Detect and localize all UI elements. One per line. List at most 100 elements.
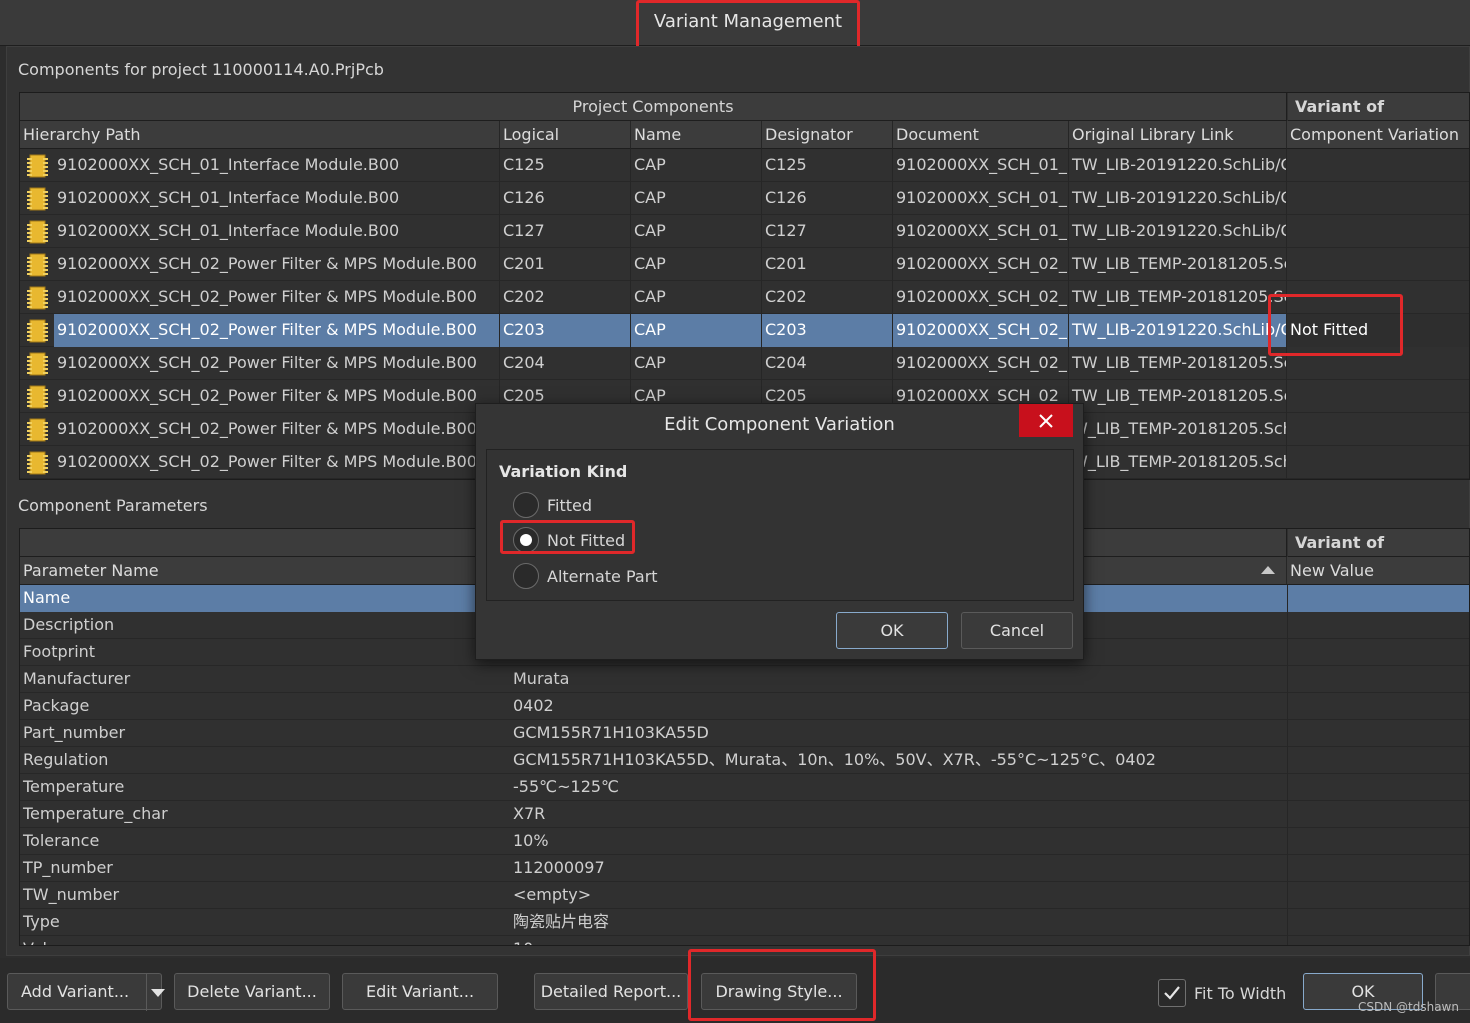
fit-to-width-checkbox[interactable]	[1158, 979, 1186, 1007]
col-logical[interactable]: Logical	[500, 121, 631, 149]
cell-name: CAP	[631, 149, 762, 182]
schematic-document-icon	[26, 187, 48, 211]
parameter-row[interactable]: Part_number GCM155R71H103KA55D	[20, 720, 1469, 747]
radio-alternate-part-label: Alternate Part	[547, 566, 658, 586]
cell-path: 9102000XX_SCH_02_Power Filter & MPS Modu…	[54, 413, 500, 446]
parameter-name: Description	[23, 615, 115, 634]
cell-logical: C127	[500, 215, 631, 248]
dialog-cancel-button[interactable]: Cancel	[961, 612, 1073, 649]
radio-not-fitted[interactable]: Not Fitted	[513, 525, 625, 555]
table-row[interactable]: 9102000XX_SCH_01_Interface Module.B00 C12…	[20, 215, 1469, 248]
cell-designator: C202	[762, 281, 893, 314]
col-original-library-link[interactable]: Original Library Link	[1069, 121, 1287, 149]
col-hierarchy-path[interactable]: Hierarchy Path	[20, 121, 500, 149]
delete-variant-button[interactable]: Delete Variant...	[174, 973, 330, 1010]
sort-arrow-icon[interactable]	[1261, 566, 1275, 574]
parameter-row[interactable]: TP_number 112000097	[20, 855, 1469, 882]
dialog-title: Edit Component Variation	[664, 414, 895, 435]
drawing-style-button[interactable]: Drawing Style...	[701, 973, 857, 1010]
parameters-section-label: Component Parameters	[18, 496, 208, 515]
parameter-row[interactable]: Package 0402	[20, 693, 1469, 720]
parameter-value: 10%	[513, 831, 549, 850]
cell-logical: C204	[500, 347, 631, 380]
add-variant-button[interactable]: Add Variant...	[7, 973, 165, 1011]
parameter-new-value[interactable]	[1287, 639, 1469, 666]
col-name[interactable]: Name	[631, 121, 762, 149]
schematic-document-icon	[26, 451, 48, 475]
parameter-value: 陶瓷贴片电容	[513, 912, 610, 931]
cell-path: 9102000XX_SCH_01_Interface Module.B00	[54, 182, 500, 215]
cell-designator: C127	[762, 215, 893, 248]
table-row[interactable]: 9102000XX_SCH_02_Power Filter & MPS Modu…	[20, 347, 1469, 380]
parameter-new-value[interactable]	[1287, 828, 1469, 855]
parameter-value: -55℃~125℃	[513, 777, 620, 796]
cell-variation	[1287, 248, 1469, 281]
col-new-value[interactable]: New Value	[1287, 557, 1469, 585]
table-row[interactable]: 9102000XX_SCH_01_Interface Module.B00 C12…	[20, 182, 1469, 215]
col-designator[interactable]: Designator	[762, 121, 893, 149]
parameter-name: Package	[23, 696, 90, 715]
parameter-row[interactable]: Type 陶瓷贴片电容	[20, 909, 1469, 936]
parameter-value: <empty>	[513, 885, 592, 904]
dialog-ok-button[interactable]: OK	[836, 612, 948, 649]
cell-document: 9102000XX_SCH_01_Int	[893, 149, 1069, 182]
parameter-new-value[interactable]	[1287, 909, 1469, 936]
radio-fitted[interactable]: Fitted	[513, 490, 592, 520]
cell-variation	[1287, 149, 1469, 182]
cell-name: CAP	[631, 215, 762, 248]
parameter-new-value[interactable]	[1287, 774, 1469, 801]
cell-path: 9102000XX_SCH_02_Power Filter & MPS Modu…	[54, 314, 500, 347]
cell-lib: TW_LIB_TEMP-20181205.Sch	[1069, 380, 1287, 413]
parameter-row[interactable]: Tolerance 10%	[20, 828, 1469, 855]
fit-to-width-label: Fit To Width	[1194, 984, 1287, 1003]
parameter-name: Part_number	[23, 723, 126, 742]
schematic-document-icon	[26, 253, 48, 277]
cell-name: CAP	[631, 281, 762, 314]
parameter-new-value[interactable]	[1287, 612, 1469, 639]
col-document[interactable]: Document	[893, 121, 1069, 149]
edit-variant-button[interactable]: Edit Variant...	[342, 973, 498, 1010]
group-variant: Variant of 110000095	[1288, 93, 1469, 144]
radio-alternate-part[interactable]: Alternate Part	[513, 561, 658, 591]
edit-component-variation-dialog: Edit Component Variation Variation Kind …	[475, 403, 1084, 660]
table-row[interactable]: 9102000XX_SCH_02_Power Filter & MPS Modu…	[20, 314, 1469, 347]
cell-variation	[1287, 446, 1469, 479]
parameter-new-value[interactable]	[1287, 747, 1469, 774]
detailed-report-button[interactable]: Detailed Report...	[534, 973, 688, 1010]
parameter-row[interactable]: Value10n	[20, 936, 1469, 945]
cell-designator: C201	[762, 248, 893, 281]
cell-path: 9102000XX_SCH_02_Power Filter & MPS Modu…	[54, 248, 500, 281]
parameter-value: 10n	[510, 936, 1287, 945]
radio-fitted-circle[interactable]	[513, 492, 539, 518]
parameter-new-value[interactable]	[1287, 693, 1469, 720]
table-row[interactable]: 9102000XX_SCH_01_Interface Module.B00 C12…	[20, 149, 1469, 182]
parameter-row[interactable]: TW_number <empty>	[20, 882, 1469, 909]
cell-lib: TW_LIB-20191220.SchLib/C_2	[1069, 215, 1287, 248]
close-icon	[1039, 413, 1053, 428]
parameter-value: Murata	[513, 669, 570, 688]
table-row[interactable]: 9102000XX_SCH_02_Power Filter & MPS Modu…	[20, 281, 1469, 314]
parameter-new-value[interactable]	[1287, 666, 1469, 693]
parameter-new-value[interactable]	[1287, 720, 1469, 747]
parameter-row[interactable]: Temperature -55℃~125℃	[20, 774, 1469, 801]
add-variant-dropdown[interactable]	[146, 974, 169, 1011]
parameter-row[interactable]: Temperature_char X7R	[20, 801, 1469, 828]
radio-not-fitted-circle[interactable]	[513, 527, 539, 553]
parameter-new-value[interactable]	[1287, 936, 1469, 945]
table-row[interactable]: 9102000XX_SCH_02_Power Filter & MPS Modu…	[20, 248, 1469, 281]
variant-management-window: Variant Management Components for projec…	[0, 0, 1470, 1023]
parameter-new-value[interactable]	[1287, 801, 1469, 828]
dialog-close-button[interactable]	[1019, 404, 1073, 437]
schematic-document-icon	[26, 220, 48, 244]
cell-designator: C126	[762, 182, 893, 215]
radio-alternate-part-circle[interactable]	[513, 563, 539, 589]
cell-lib: TW_LIB_TEMP-20181205.Sch	[1069, 281, 1287, 314]
parameter-row[interactable]: Manufacturer Murata	[20, 666, 1469, 693]
radio-not-fitted-label: Not Fitted	[547, 530, 626, 550]
col-component-variation[interactable]: Component Variation	[1287, 121, 1469, 149]
parameter-row[interactable]: Regulation GCM155R71H103KA55D、Murata、10n、…	[20, 747, 1469, 774]
parameter-new-value[interactable]	[1287, 585, 1469, 612]
parameter-new-value[interactable]	[1287, 855, 1469, 882]
parameter-new-value[interactable]	[1287, 882, 1469, 909]
parameter-name: Regulation	[23, 750, 109, 769]
